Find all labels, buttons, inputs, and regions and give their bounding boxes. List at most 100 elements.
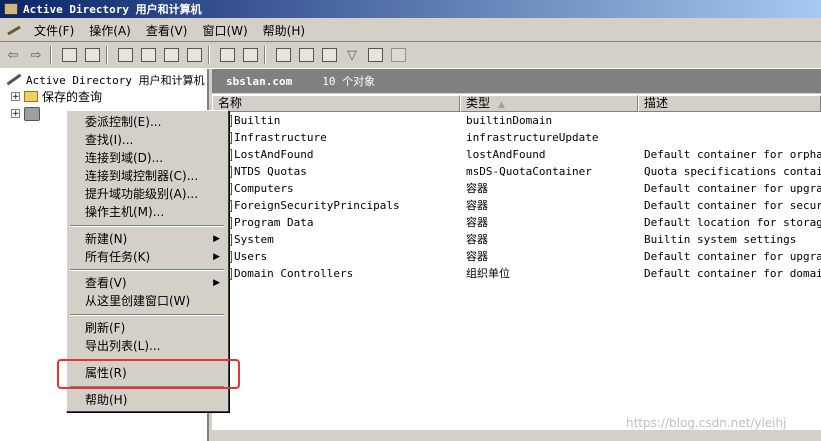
export-icon	[186, 48, 202, 62]
new-group-button[interactable]	[296, 45, 316, 65]
expand-icon[interactable]: +	[11, 92, 20, 102]
tree-root-label: Active Directory 用户和计算机	[26, 73, 205, 87]
cell-description: Default location for storage o	[644, 216, 821, 229]
list-row[interactable]: System 容器 Builtin system settings	[212, 231, 821, 248]
list-row[interactable]: Users 容器 Default container for upgraded	[212, 248, 821, 265]
list-row[interactable]: Computers 容器 Default container for upgrade…	[212, 180, 821, 197]
export-list-button[interactable]	[184, 45, 204, 65]
menu-item-label: 刷新(F)	[85, 321, 126, 335]
result-list[interactable]: 名称 类型 ▲ 描述 Builtin builtinDomain Infrastruc…	[212, 94, 821, 441]
watermark: https://blog.csdn.net/yleihj	[626, 416, 787, 430]
cell-description: Default container for upgraded	[644, 182, 821, 195]
column-header-name[interactable]: 名称	[212, 95, 460, 112]
up-folder-icon	[61, 48, 77, 62]
back-button[interactable]: ⇦	[3, 45, 23, 65]
menu-item-label: 查找(I)...	[85, 133, 134, 147]
help-button[interactable]	[217, 45, 237, 65]
cell-type: 容器	[466, 233, 488, 246]
context-menu-item-export-list[interactable]: 导出列表(L)...	[69, 337, 226, 355]
context-menu-item-new[interactable]: 新建(N) ▶	[69, 230, 226, 248]
filter-button[interactable]: ▽	[342, 45, 362, 65]
column-header-description[interactable]: 描述	[638, 95, 821, 112]
add-to-group-button[interactable]	[388, 45, 408, 65]
menu-separator	[70, 269, 224, 271]
cell-description: Default container for domain c	[644, 267, 821, 280]
copy-icon	[117, 48, 133, 62]
title-bar: Active Directory 用户和计算机	[0, 0, 821, 18]
find-button[interactable]	[365, 45, 385, 65]
menu-item-label: 所有任务(K)	[85, 250, 151, 264]
cell-name: Users	[234, 250, 268, 263]
cell-type: 容器	[466, 250, 488, 263]
current-path: sbslan.com	[226, 74, 293, 88]
properties-button[interactable]	[138, 45, 158, 65]
list-row[interactable]: Domain Controllers 组织单位 Default container …	[212, 265, 821, 282]
context-menu-item-new-window-from-here[interactable]: 从这里创建窗口(W)	[69, 292, 226, 310]
column-header-type[interactable]: 类型 ▲	[460, 95, 638, 112]
list-row[interactable]: Builtin builtinDomain	[212, 112, 821, 129]
context-menu-item-view[interactable]: 查看(V) ▶	[69, 274, 226, 292]
cell-type: msDS-QuotaContainer	[466, 165, 592, 178]
up-level-button[interactable]	[59, 45, 79, 65]
sort-ascending-icon: ▲	[498, 100, 505, 110]
new-ou-button[interactable]	[319, 45, 339, 65]
menu-item-label: 帮助(H)	[85, 393, 128, 407]
column-label: 类型	[466, 96, 491, 110]
copy-button[interactable]	[115, 45, 135, 65]
cell-type: 容器	[466, 216, 488, 229]
forward-button[interactable]: ⇨	[26, 45, 46, 65]
menu-item-label: 提升域功能级别(A)...	[85, 187, 199, 201]
cell-type: 容器	[466, 199, 488, 212]
menu-file[interactable]: 文件(F)	[28, 21, 83, 40]
list-row[interactable]: LostAndFound lostAndFound Default containe…	[212, 146, 821, 163]
menu-item-label: 从这里创建窗口(W)	[85, 294, 191, 308]
cell-name: Infrastructure	[234, 131, 327, 144]
menu-help[interactable]: 帮助(H)	[257, 21, 314, 40]
list-row[interactable]: ForeignSecurityPrincipals 容器 Default conta…	[212, 197, 821, 214]
list-row[interactable]: NTDS Quotas msDS-QuotaContainer Quota spec…	[212, 163, 821, 180]
toolbar-separator	[50, 46, 52, 64]
tree-item-saved-queries[interactable]: + 保存的查询	[11, 88, 102, 105]
context-menu-item-connect-to-dc[interactable]: 连接到域控制器(C)...	[69, 167, 226, 185]
cell-name: System	[234, 233, 274, 246]
menu-item-label: 导出列表(L)...	[85, 339, 161, 353]
tree-item-domain[interactable]: +	[11, 105, 44, 122]
help-icon	[219, 48, 235, 62]
refresh-button[interactable]	[161, 45, 181, 65]
window-title: Active Directory 用户和计算机	[23, 3, 202, 16]
new-group-icon	[298, 48, 314, 62]
tree-root[interactable]: Active Directory 用户和计算机	[6, 71, 205, 88]
context-menu-item-refresh[interactable]: 刷新(F)	[69, 319, 226, 337]
forward-arrow-icon: ⇨	[30, 47, 42, 63]
find-icon	[367, 48, 383, 62]
mmc-system-icon[interactable]	[6, 23, 22, 37]
context-menu-item-operations-masters[interactable]: 操作主机(M)...	[69, 203, 226, 221]
context-menu-item-delegate-control[interactable]: 委派控制(E)...	[69, 113, 226, 131]
show-hide-tree-button[interactable]	[82, 45, 102, 65]
cell-type: lostAndFound	[466, 148, 546, 161]
context-menu-item-connect-to-domain[interactable]: 连接到域(D)...	[69, 149, 226, 167]
list-row[interactable]: Program Data 容器 Default location for stora…	[212, 214, 821, 231]
cell-type: 容器	[466, 182, 488, 195]
cell-description: Default container for security	[644, 199, 821, 212]
cell-name: NTDS Quotas	[234, 165, 307, 178]
expand-icon[interactable]: +	[11, 109, 20, 119]
properties-icon	[140, 48, 156, 62]
toolbar-separator	[208, 46, 210, 64]
new-user-button[interactable]	[273, 45, 293, 65]
menu-view[interactable]: 查看(V)	[140, 21, 197, 40]
context-menu-item-find[interactable]: 查找(I)...	[69, 131, 226, 149]
new-ou-icon	[321, 48, 337, 62]
app-icon	[4, 3, 18, 15]
column-label: 描述	[644, 96, 669, 110]
list-row[interactable]: Infrastructure infrastructureUpdate	[212, 129, 821, 146]
menu-window[interactable]: 窗口(W)	[196, 21, 256, 40]
toolbar: ⇦ ⇨ ▽	[0, 42, 821, 69]
context-menu-item-all-tasks[interactable]: 所有任务(K) ▶	[69, 248, 226, 266]
context-menu-item-raise-domain-level[interactable]: 提升域功能级别(A)...	[69, 185, 226, 203]
menu-action[interactable]: 操作(A)	[83, 21, 140, 40]
object-count: 10 个对象	[322, 75, 376, 88]
action-pane-button[interactable]	[240, 45, 260, 65]
context-menu-item-help[interactable]: 帮助(H)	[69, 391, 226, 409]
result-pane-header: sbslan.com 10 个对象	[212, 69, 821, 93]
